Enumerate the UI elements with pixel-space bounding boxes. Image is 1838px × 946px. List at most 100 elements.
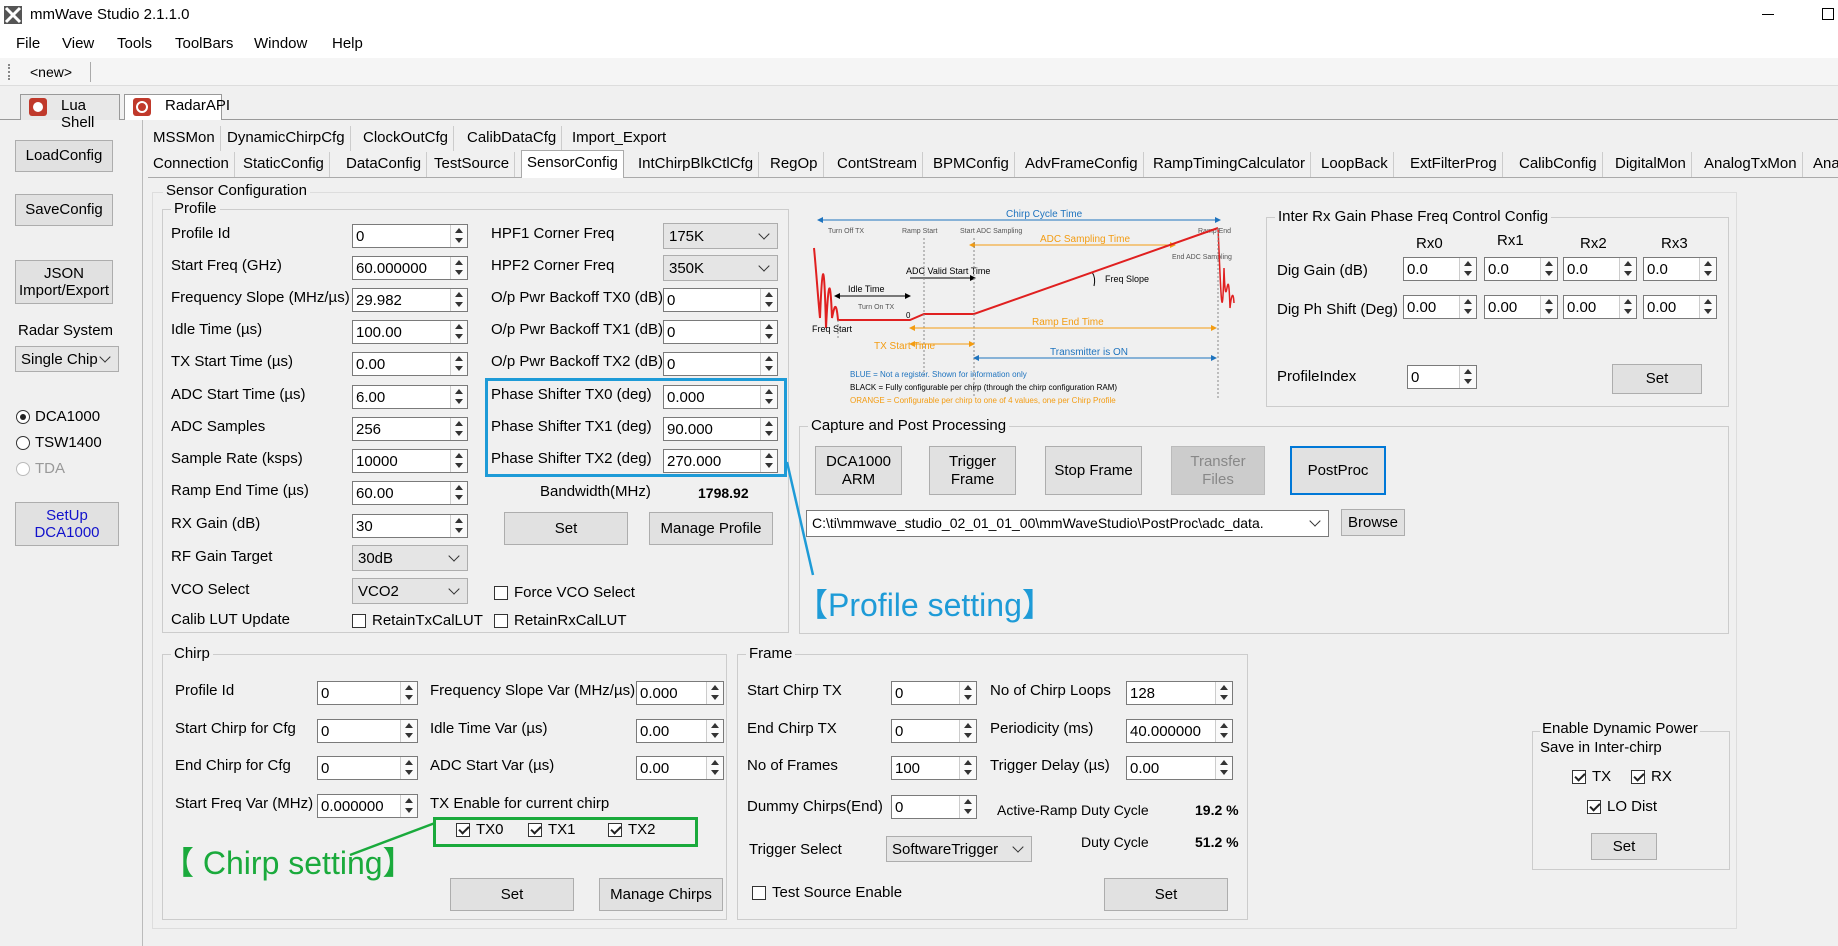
spin-arrows-icon[interactable] — [760, 321, 777, 343]
tab-extfilterprog[interactable]: ExtFilterProg — [1405, 152, 1503, 177]
spin-arrows-icon[interactable] — [1215, 757, 1232, 779]
spin-arrows-icon[interactable] — [1459, 258, 1476, 280]
profile-set-button[interactable]: Set — [504, 512, 628, 545]
frame-set-button[interactable]: Set — [1104, 878, 1228, 911]
spin-arrows-icon[interactable] — [1540, 258, 1557, 280]
tab-calibdatacfg[interactable]: CalibDataCfg — [462, 126, 563, 151]
adc-start-time-spinner[interactable]: 6.00 — [352, 385, 468, 409]
spin-arrows-icon[interactable] — [1699, 258, 1716, 280]
spin-arrows-icon[interactable] — [706, 720, 723, 742]
rx-gain-spinner[interactable]: 30 — [352, 514, 468, 538]
spin-arrows-icon[interactable] — [1459, 296, 1476, 318]
stop-frame-button[interactable]: Stop Frame — [1045, 446, 1142, 495]
radio-tsw1400[interactable]: TSW1400 — [16, 434, 102, 451]
start-chirp-tx-spinner[interactable]: 0 — [891, 681, 977, 705]
tab-advframeconfig[interactable]: AdvFrameConfig — [1020, 152, 1144, 177]
radio-dca1000[interactable]: DCA1000 — [16, 408, 100, 425]
freq-slope-var-spinner[interactable]: 0.000 — [636, 681, 724, 705]
spin-arrows-icon[interactable] — [760, 353, 777, 375]
dig-gain-rx1[interactable]: 0.0 — [1484, 257, 1558, 281]
freq-slope-spinner[interactable]: 29.982 — [352, 288, 468, 312]
no-of-frames-spinner[interactable]: 100 — [891, 756, 977, 780]
profile-index-spinner[interactable]: 0 — [1407, 365, 1477, 389]
spin-arrows-icon[interactable] — [1619, 296, 1636, 318]
phase-tx0-spinner[interactable]: 0.000 — [663, 385, 778, 409]
menu-view[interactable]: View — [62, 35, 94, 52]
spin-arrows-icon[interactable] — [706, 682, 723, 704]
tab-staticconfig[interactable]: StaticConfig — [238, 152, 330, 177]
start-freq-var-spinner[interactable]: 0.000000 — [317, 794, 418, 818]
trigger-frame-button[interactable]: Trigger Frame — [929, 446, 1016, 495]
radar-system-select[interactable]: Single Chip — [15, 346, 119, 372]
adc-start-var-spinner[interactable]: 0.00 — [636, 756, 724, 780]
spin-arrows-icon[interactable] — [760, 418, 777, 440]
force-vco-select-checkbox[interactable]: Force VCO Select — [494, 584, 635, 601]
save-config-button[interactable]: SaveConfig — [15, 194, 113, 226]
menu-window[interactable]: Window — [254, 35, 307, 52]
dig-gain-rx3[interactable]: 0.0 — [1643, 257, 1717, 281]
dummy-chirps-spinner[interactable]: 0 — [891, 795, 977, 819]
gain-set-button[interactable]: Set — [1612, 364, 1702, 394]
spin-arrows-icon[interactable] — [760, 386, 777, 408]
spin-arrows-icon[interactable] — [450, 386, 467, 408]
sample-rate-spinner[interactable]: 10000 — [352, 449, 468, 473]
tab-bpmconfig[interactable]: BPMConfig — [928, 152, 1015, 177]
tab-clockoutcfg[interactable]: ClockOutCfg — [358, 126, 455, 151]
chirp-profile-id-spinner[interactable]: 0 — [317, 681, 418, 705]
spin-arrows-icon[interactable] — [760, 450, 777, 472]
dyn-rx-checkbox[interactable]: RX — [1631, 768, 1672, 785]
end-chirp-tx-spinner[interactable]: 0 — [891, 719, 977, 743]
profile-id-spinner[interactable]: 0 — [352, 224, 468, 248]
tab-sensorconfig[interactable]: SensorConfig — [521, 150, 624, 178]
json-import-export-button[interactable]: JSON Import/Export — [15, 260, 113, 304]
tab-contstream[interactable]: ContStream — [832, 152, 924, 177]
tab-connection[interactable]: Connection — [148, 152, 235, 177]
spin-arrows-icon[interactable] — [400, 757, 417, 779]
start-freq-spinner[interactable]: 60.000000 — [352, 256, 468, 280]
spin-arrows-icon[interactable] — [450, 515, 467, 537]
chirp-set-button[interactable]: Set — [450, 878, 574, 911]
spin-arrows-icon[interactable] — [1459, 366, 1476, 388]
tab-regop[interactable]: RegOp — [765, 152, 824, 177]
vco-select[interactable]: VCO2 — [352, 578, 468, 604]
spin-arrows-icon[interactable] — [706, 757, 723, 779]
phase-tx1-spinner[interactable]: 90.000 — [663, 417, 778, 441]
spin-arrows-icon[interactable] — [450, 289, 467, 311]
tab-lua-shell[interactable]: Lua Shell — [20, 94, 120, 131]
menu-toolbars[interactable]: ToolBars — [175, 35, 233, 52]
backoff-tx1-spinner[interactable]: 0 — [663, 320, 778, 344]
spin-arrows-icon[interactable] — [450, 257, 467, 279]
spin-arrows-icon[interactable] — [450, 321, 467, 343]
trigger-delay-spinner[interactable]: 0.00 — [1126, 756, 1233, 780]
trigger-select[interactable]: SoftwareTrigger — [886, 836, 1032, 862]
backoff-tx2-spinner[interactable]: 0 — [663, 352, 778, 376]
spin-arrows-icon[interactable] — [400, 682, 417, 704]
adc-data-path-combo[interactable]: C:\ti\mmwave_studio_02_01_01_00\mmWaveSt… — [806, 510, 1329, 537]
tab-intchirpblkctlcfg[interactable]: IntChirpBlkCtlCfg — [633, 152, 760, 177]
spin-arrows-icon[interactable] — [1215, 682, 1232, 704]
dig-ph-rx2[interactable]: 0.00 — [1563, 295, 1637, 319]
load-config-button[interactable]: LoadConfig — [15, 140, 113, 172]
tab-testsource[interactable]: TestSource — [429, 152, 516, 177]
spin-arrows-icon[interactable] — [450, 353, 467, 375]
menu-tools[interactable]: Tools — [117, 35, 152, 52]
tx1-checkbox[interactable]: TX1 — [528, 821, 576, 838]
tab-mssmon[interactable]: MSSMon — [148, 126, 221, 151]
spin-arrows-icon[interactable] — [959, 757, 976, 779]
tab-ramptimingcalculator[interactable]: RampTimingCalculator — [1148, 152, 1311, 177]
hpf2-select[interactable]: 350K — [663, 255, 778, 281]
browse-button[interactable]: Browse — [1341, 509, 1405, 536]
dig-ph-rx3[interactable]: 0.00 — [1643, 295, 1717, 319]
spin-arrows-icon[interactable] — [400, 720, 417, 742]
toolbar-doc-combo[interactable]: <new> — [30, 64, 72, 80]
spin-arrows-icon[interactable] — [450, 418, 467, 440]
spin-arrows-icon[interactable] — [1215, 720, 1232, 742]
tab-import-export[interactable]: Import_Export — [567, 126, 671, 151]
postproc-button[interactable]: PostProc — [1290, 446, 1386, 495]
phase-tx2-spinner[interactable]: 270.000 — [663, 449, 778, 473]
test-source-enable-checkbox[interactable]: Test Source Enable — [752, 884, 902, 901]
idle-time-spinner[interactable]: 100.00 — [352, 320, 468, 344]
spin-arrows-icon[interactable] — [1540, 296, 1557, 318]
tab-digitalmon[interactable]: DigitalMon — [1610, 152, 1692, 177]
setup-dca1000-button[interactable]: SetUp DCA1000 — [15, 502, 119, 546]
